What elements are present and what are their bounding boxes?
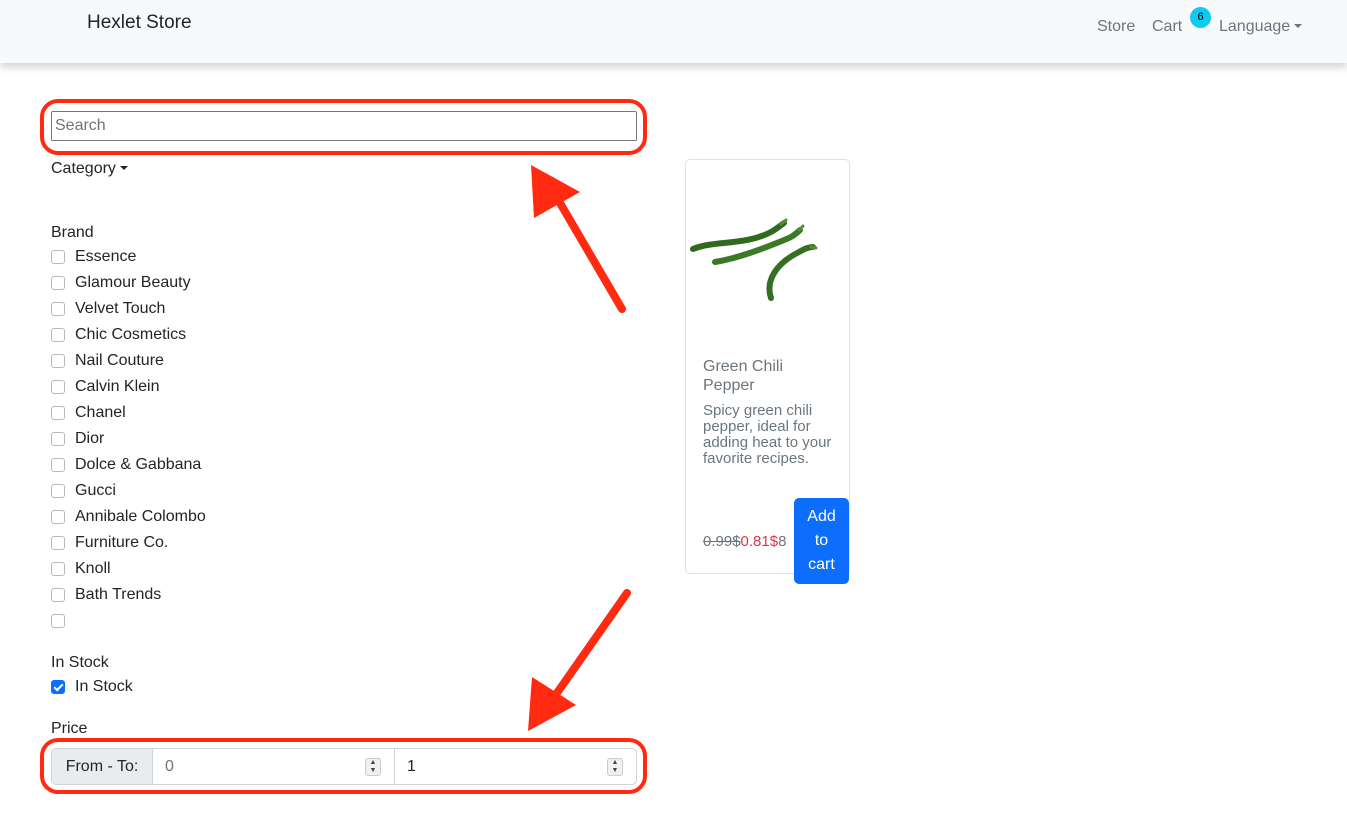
annotation-arrows <box>528 165 631 731</box>
annotation-arrow-up-head <box>531 165 580 218</box>
annotation-arrow-down-head <box>528 677 576 731</box>
annotation-arrow-up <box>556 199 626 313</box>
annotation-arrow-down <box>553 589 631 697</box>
